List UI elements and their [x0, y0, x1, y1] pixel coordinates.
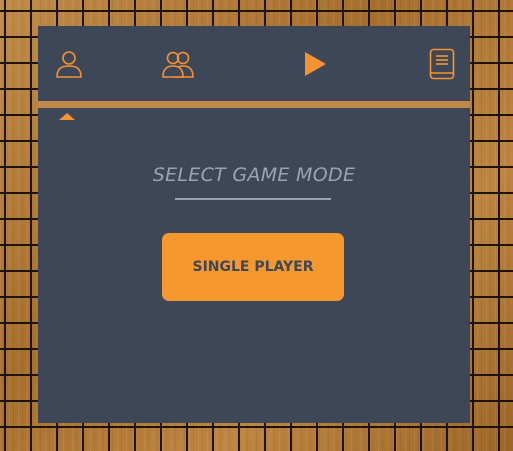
nav-bar [38, 26, 470, 101]
mode-select-content: SELECT GAME MODE SINGLE PLAYER [38, 108, 470, 423]
multiplayer-icon [162, 51, 194, 78]
book-icon [429, 48, 455, 80]
play-icon [305, 52, 326, 76]
game-menu-panel: SELECT GAME MODE SINGLE PLAYER [38, 26, 470, 423]
tab-multiplayer[interactable] [159, 44, 199, 84]
nav-separator [38, 101, 470, 108]
title-underline [175, 198, 331, 200]
tab-play[interactable] [295, 44, 335, 84]
tab-rules[interactable] [422, 44, 462, 84]
single-player-icon [56, 51, 82, 78]
tab-single-player[interactable] [49, 44, 89, 84]
page-title: SELECT GAME MODE [152, 164, 356, 186]
active-tab-indicator [59, 113, 75, 120]
single-player-button[interactable]: SINGLE PLAYER [162, 233, 344, 301]
